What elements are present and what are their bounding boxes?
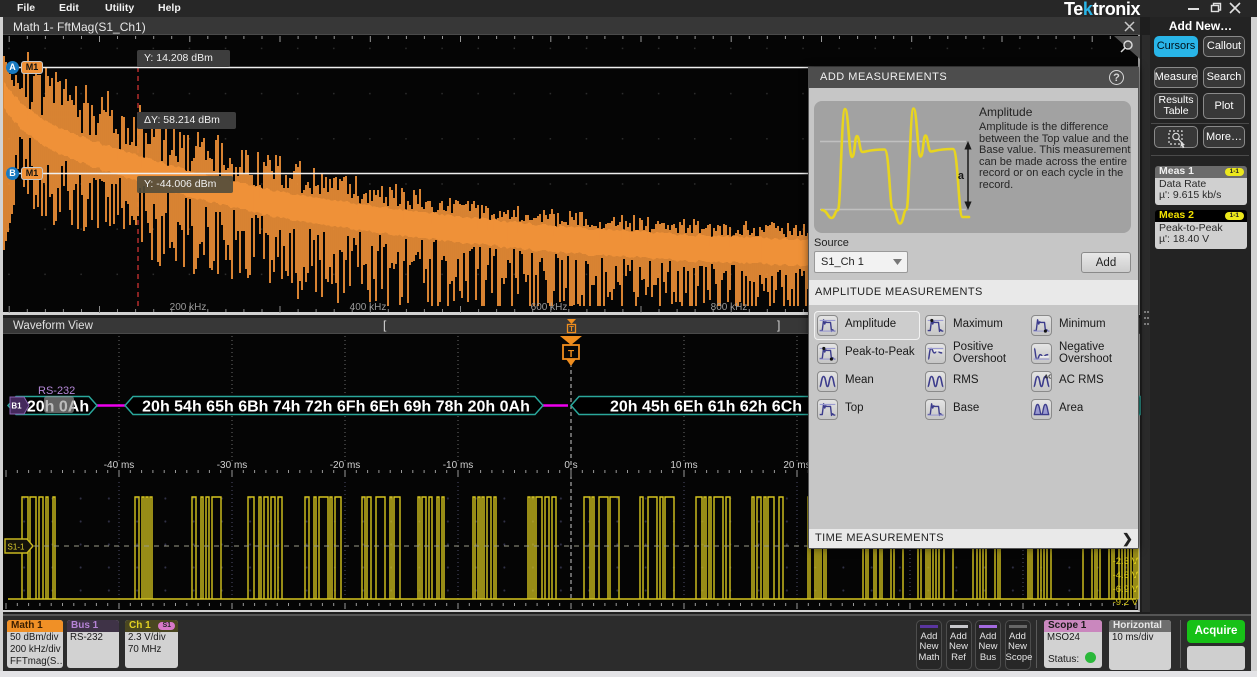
svg-text:B1: B1 <box>11 402 22 411</box>
svg-text:RS-232: RS-232 <box>38 385 75 397</box>
svg-text:AC: AC <box>1044 375 1051 381</box>
svg-text:a: a <box>958 170 965 182</box>
svg-text:T: T <box>568 349 574 360</box>
svg-text:S1-1: S1-1 <box>8 543 25 552</box>
svg-text:-2.3 V: -2.3 V <box>1113 556 1139 567</box>
svg-text:20h 54h 65h 6Bh 74h 72h 6Fh 6E: 20h 54h 65h 6Bh 74h 72h 6Fh 6Eh 69h 78h … <box>142 399 530 416</box>
svg-text:20h 45h 6Eh 61h 62h 6Ch: 20h 45h 6Eh 61h 62h 6Ch <box>610 399 802 416</box>
svg-text:-6.9 V: -6.9 V <box>1113 584 1139 595</box>
svg-text:-4.6 V: -4.6 V <box>1113 570 1139 581</box>
svg-text:-9.2 V: -9.2 V <box>1113 597 1139 608</box>
